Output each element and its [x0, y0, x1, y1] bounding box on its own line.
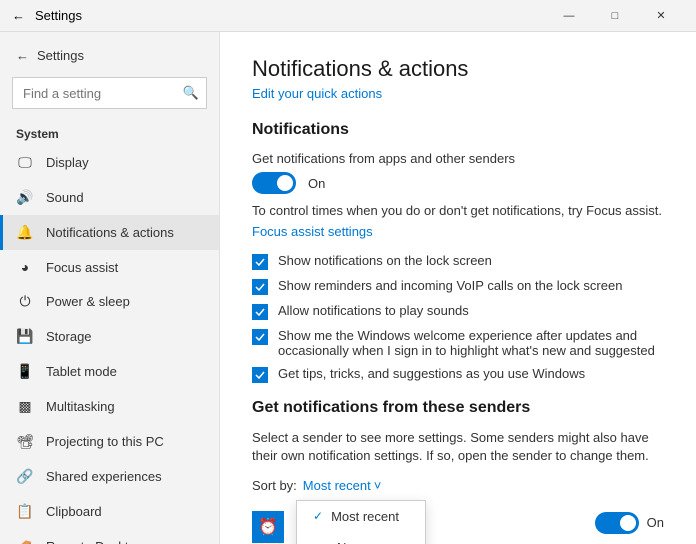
system-section-label: System — [0, 119, 219, 145]
alarms-toggle[interactable] — [595, 512, 639, 534]
remote-desktop-icon: 🛷 — [16, 538, 34, 544]
checkbox-lock-screen-input[interactable] — [252, 254, 268, 270]
search-container: 🔍 — [12, 77, 207, 109]
alarms-toggle-knob — [620, 515, 636, 531]
dropdown-item-name[interactable]: Name — [297, 532, 425, 544]
checkbox-voip: Show reminders and incoming VoIP calls o… — [252, 278, 664, 295]
sidebar-item-display[interactable]: 🖵 Display — [0, 145, 219, 180]
senders-desc: Select a sender to see more settings. So… — [252, 429, 664, 465]
senders-section-title: Get notifications from these senders — [252, 399, 664, 417]
checkbox-sounds-input[interactable] — [252, 304, 268, 320]
edit-quick-actions-link[interactable]: Edit your quick actions — [252, 86, 664, 101]
notifications-icon: 🔔 — [16, 224, 34, 241]
sidebar-item-clipboard[interactable]: 📋 Clipboard — [0, 494, 219, 529]
notifications-toggle[interactable] — [252, 172, 296, 194]
alarms-icon-char: ⏰ — [258, 517, 278, 537]
display-icon: 🖵 — [16, 154, 34, 171]
sort-value: Most recent — [303, 478, 371, 493]
sidebar-item-label: Sound — [46, 190, 84, 205]
sidebar-item-label: Tablet mode — [46, 364, 117, 379]
sidebar: ← Settings 🔍 System 🖵 Display 🔊 Sound 🔔 … — [0, 32, 220, 544]
sidebar-item-label: Storage — [46, 329, 92, 344]
alarms-toggle-container: On — [595, 512, 664, 542]
titlebar-title: Settings — [35, 8, 82, 23]
sidebar-item-storage[interactable]: 💾 Storage — [0, 319, 219, 354]
chevron-down-icon: ˅ — [374, 478, 382, 493]
window-controls: — □ ✕ — [546, 0, 684, 32]
sort-label: Sort by: — [252, 478, 297, 493]
sidebar-item-projecting[interactable]: 📽 Projecting to this PC — [0, 424, 219, 459]
checkbox-welcome-input[interactable] — [252, 329, 268, 345]
focus-assist-icon: ◕ — [16, 259, 34, 275]
checkbox-tips-label: Get tips, tricks, and suggestions as you… — [278, 366, 585, 381]
close-button[interactable]: ✕ — [638, 0, 684, 32]
toggle-knob — [277, 175, 293, 191]
titlebar: ← Settings — □ ✕ — [0, 0, 696, 32]
dropdown-item-label: Most recent — [331, 509, 399, 524]
sidebar-item-label: Notifications & actions — [46, 225, 174, 240]
sidebar-back-label: Settings — [37, 48, 84, 63]
alarms-toggle-label: On — [647, 515, 664, 530]
sidebar-item-label: Shared experiences — [46, 469, 162, 484]
checkbox-lock-screen-label: Show notifications on the lock screen — [278, 253, 492, 268]
storage-icon: 💾 — [16, 328, 34, 345]
page-title: Notifications & actions — [252, 56, 664, 82]
sidebar-item-label: Focus assist — [46, 260, 118, 275]
clipboard-icon: 📋 — [16, 503, 34, 520]
sidebar-item-shared-experiences[interactable]: 🔗 Shared experiences — [0, 459, 219, 494]
alarms-toggle-row: On — [595, 512, 664, 534]
back-icon[interactable]: ← — [12, 8, 25, 23]
sort-row: Sort by: Most recent ˅ ✓ Most recent Nam… — [252, 478, 664, 493]
sidebar-item-sound[interactable]: 🔊 Sound — [0, 180, 219, 215]
sidebar-item-label: Clipboard — [46, 504, 102, 519]
back-arrow-icon: ← — [16, 48, 29, 63]
sidebar-item-label: Display — [46, 155, 89, 170]
sidebar-item-label: Multitasking — [46, 399, 115, 414]
notifications-toggle-label: On — [308, 176, 325, 191]
checkbox-sounds-label: Allow notifications to play sounds — [278, 303, 469, 318]
tablet-icon: 📱 — [16, 363, 34, 380]
sound-icon: 🔊 — [16, 189, 34, 206]
alarms-icon: ⏰ — [252, 511, 284, 543]
checkbox-voip-input[interactable] — [252, 279, 268, 295]
checkbox-welcome: Show me the Windows welcome experience a… — [252, 328, 664, 358]
checkbox-tips-input[interactable] — [252, 367, 268, 383]
sidebar-item-label: Projecting to this PC — [46, 434, 164, 449]
search-input[interactable] — [12, 77, 207, 109]
maximize-button[interactable]: □ — [592, 0, 638, 32]
checkbox-tips: Get tips, tricks, and suggestions as you… — [252, 366, 664, 383]
sort-dropdown-menu: ✓ Most recent Name — [296, 500, 426, 544]
power-sleep-icon: ⏻ — [16, 293, 34, 310]
minimize-button[interactable]: — — [546, 0, 592, 32]
sidebar-item-tablet-mode[interactable]: 📱 Tablet mode — [0, 354, 219, 389]
sidebar-item-focus-assist[interactable]: ◕ Focus assist — [0, 250, 219, 284]
dropdown-item-most-recent[interactable]: ✓ Most recent — [297, 501, 425, 532]
sidebar-item-label: Remote Desktop — [46, 539, 143, 544]
checkbox-voip-label: Show reminders and incoming VoIP calls o… — [278, 278, 622, 293]
notifications-from-label: Get notifications from apps and other se… — [252, 151, 664, 166]
projecting-icon: 📽 — [16, 433, 34, 450]
sidebar-item-power-sleep[interactable]: ⏻ Power & sleep — [0, 284, 219, 319]
sidebar-item-multitasking[interactable]: ▩ Multitasking — [0, 389, 219, 424]
back-button[interactable]: ← Settings — [0, 40, 219, 71]
sidebar-item-remote-desktop[interactable]: 🛷 Remote Desktop — [0, 529, 219, 544]
checkmark-icon: ✓ — [313, 509, 323, 523]
multitasking-icon: ▩ — [16, 398, 34, 415]
checkbox-lock-screen: Show notifications on the lock screen — [252, 253, 664, 270]
sidebar-item-notifications[interactable]: 🔔 Notifications & actions — [0, 215, 219, 250]
main-content: Notifications & actions Edit your quick … — [220, 32, 696, 544]
checkbox-welcome-label: Show me the Windows welcome experience a… — [278, 328, 664, 358]
dropdown-item-label: Name — [337, 540, 372, 544]
focus-assist-link[interactable]: Focus assist settings — [252, 224, 664, 239]
checkbox-sounds: Allow notifications to play sounds — [252, 303, 664, 320]
notifications-section-title: Notifications — [252, 121, 664, 139]
focus-assist-info: To control times when you do or don't ge… — [252, 202, 664, 220]
search-icon: 🔍 — [183, 85, 199, 101]
shared-icon: 🔗 — [16, 468, 34, 485]
sort-dropdown-button[interactable]: Most recent ˅ — [303, 478, 382, 493]
notifications-toggle-row: On — [252, 172, 664, 194]
sidebar-item-label: Power & sleep — [46, 294, 130, 309]
